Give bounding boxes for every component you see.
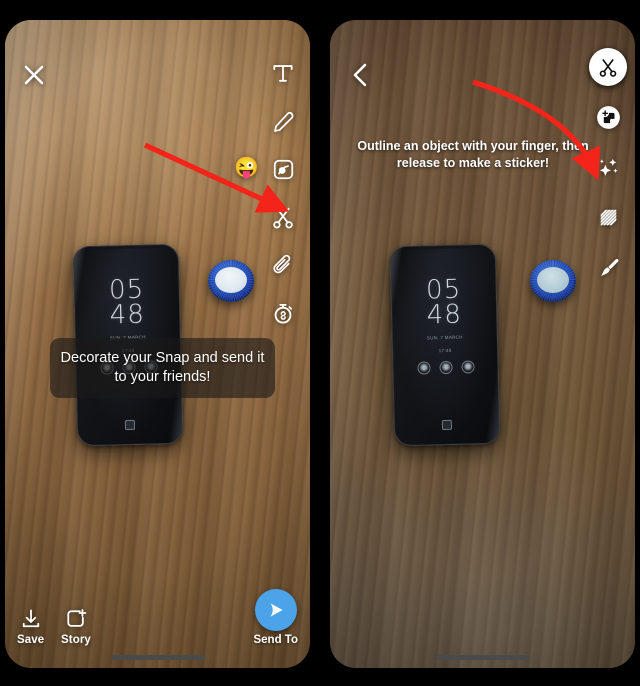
- send-arrow-icon: [270, 603, 283, 617]
- save-button[interactable]: Save: [17, 607, 44, 646]
- photographed-phone-2: 05 48 SUN, 7 MARCH 17:48: [389, 243, 501, 447]
- scissors-icon-active[interactable]: [589, 48, 627, 86]
- diagonal-stripes-icon[interactable]: [589, 198, 627, 236]
- timer-infinity-icon[interactable]: [266, 296, 300, 330]
- left-phone-screenshot: 05 48 SUN, 7 MARCH 17:48 😜: [5, 20, 310, 668]
- screenshot-stage: 05 48 SUN, 7 MARCH 17:48 😜: [0, 0, 640, 686]
- send-to-label: Send To: [253, 634, 298, 646]
- back-chevron-icon[interactable]: [346, 60, 376, 90]
- cutout-hint-text: Outline an object with your finger, then…: [357, 139, 589, 170]
- paintbrush-icon[interactable]: [589, 248, 627, 286]
- emoji-sticker[interactable]: 😜: [234, 158, 259, 178]
- close-icon[interactable]: [19, 60, 49, 90]
- decorate-tooltip: Decorate your Snap and send it to your f…: [50, 338, 275, 398]
- phone-lock-shortcuts-2: [393, 360, 497, 376]
- blue-bottle-cap: [208, 260, 254, 302]
- right-phone-screenshot: 05 48 SUN, 7 MARCH 17:48 Outline an obje…: [330, 20, 635, 668]
- phone-lock-date-2: SUN, 7 MARCH: [426, 334, 463, 341]
- home-indicator-2: [435, 655, 530, 660]
- stars-magic-icon[interactable]: [589, 148, 627, 186]
- phone-lock-minutes: 48: [109, 299, 146, 331]
- phone-home-button: [124, 419, 136, 431]
- download-icon: [22, 609, 39, 628]
- pencil-icon[interactable]: [266, 104, 300, 138]
- phone-home-button-2: [441, 419, 453, 431]
- editor-toolbar: [266, 56, 300, 330]
- add-to-story-icon: [67, 609, 87, 627]
- send-to-button[interactable]: Send To: [253, 589, 298, 646]
- blue-bottle-cap-2: [530, 260, 576, 302]
- paperclip-icon[interactable]: [266, 248, 300, 282]
- scissors-icon[interactable]: [266, 200, 300, 234]
- add-to-story-button[interactable]: Story: [61, 607, 91, 646]
- text-t-icon[interactable]: [266, 56, 300, 90]
- home-indicator: [110, 655, 205, 660]
- sticker-plus-icon[interactable]: [589, 98, 627, 136]
- cutout-toolbar: [589, 48, 627, 286]
- bottom-action-bar: Save Story Send To: [5, 584, 310, 646]
- phone-lock-minutes-2: 48: [426, 299, 463, 331]
- save-label: Save: [17, 634, 45, 646]
- send-to-circle[interactable]: [254, 589, 297, 631]
- story-label: Story: [61, 634, 91, 646]
- sticker-note-icon[interactable]: [266, 152, 300, 186]
- phone-lock-date-secondary-2: 17:48: [438, 347, 452, 354]
